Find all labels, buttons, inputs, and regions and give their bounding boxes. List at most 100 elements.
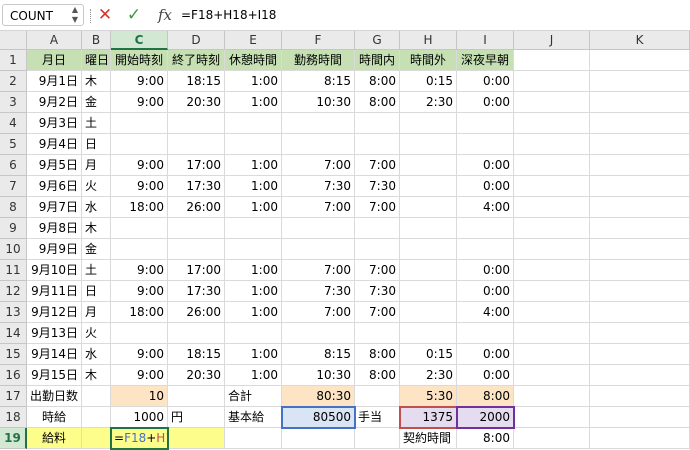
cell-B7[interactable]: 火 — [82, 176, 111, 197]
column-header-F[interactable]: F — [282, 31, 355, 50]
cell-F19[interactable] — [282, 428, 355, 449]
cell-A4[interactable]: 9月3日 — [27, 113, 82, 134]
cell-A17[interactable]: 出勤日数 — [27, 386, 82, 407]
cell-B13[interactable]: 月 — [82, 302, 111, 323]
cell-H1[interactable]: 時間外 — [400, 50, 457, 71]
cell-K4[interactable] — [590, 113, 690, 134]
cell-C14[interactable] — [111, 323, 168, 344]
cell-C4[interactable] — [111, 113, 168, 134]
cell-A19[interactable]: 給料 — [27, 428, 82, 449]
cell-I7[interactable]: 0:00 — [457, 176, 514, 197]
cell-H9[interactable] — [400, 218, 457, 239]
cell-D1[interactable]: 終了時刻 — [168, 50, 225, 71]
column-header-G[interactable]: G — [355, 31, 400, 50]
cell-E16[interactable]: 1:00 — [225, 365, 282, 386]
cell-F6[interactable]: 7:00 — [282, 155, 355, 176]
cell-C16[interactable]: 9:00 — [111, 365, 168, 386]
cell-K17[interactable] — [590, 386, 690, 407]
select-all-corner[interactable] — [0, 31, 27, 50]
cell-K19[interactable] — [590, 428, 690, 449]
cell-D16[interactable]: 20:30 — [168, 365, 225, 386]
cell-J2[interactable] — [514, 71, 590, 92]
cell-D6[interactable]: 17:00 — [168, 155, 225, 176]
cell-J15[interactable] — [514, 344, 590, 365]
cell-G4[interactable] — [355, 113, 400, 134]
cell-D15[interactable]: 18:15 — [168, 344, 225, 365]
cell-E1[interactable]: 休憩時間 — [225, 50, 282, 71]
row-header-6[interactable]: 6 — [0, 155, 27, 176]
row-header-16[interactable]: 16 — [0, 365, 27, 386]
cell-A9[interactable]: 9月8日 — [27, 218, 82, 239]
cell-C13[interactable]: 18:00 — [111, 302, 168, 323]
cell-J10[interactable] — [514, 239, 590, 260]
cell-F17[interactable]: 80:30 — [282, 386, 355, 407]
worksheet-grid[interactable]: 月日 曜日 開始時刻 終了時刻 休憩時間 勤務時間 時間内 時間外 深夜早朝 9月1日木 9:00 1… — [27, 50, 690, 450]
cell-A1[interactable]: 月日 — [27, 50, 82, 71]
cell-J6[interactable] — [514, 155, 590, 176]
cell-K8[interactable] — [590, 197, 690, 218]
enter-check-icon[interactable]: ✓ — [125, 5, 143, 25]
cell-B11[interactable]: 土 — [82, 260, 111, 281]
cell-J12[interactable] — [514, 281, 590, 302]
cell-J7[interactable] — [514, 176, 590, 197]
cell-K5[interactable] — [590, 134, 690, 155]
cell-G18[interactable]: 手当 — [355, 407, 400, 428]
cell-D12[interactable]: 17:30 — [168, 281, 225, 302]
row-header-17[interactable]: 17 — [0, 386, 27, 407]
cell-A11[interactable]: 9月10日 — [27, 260, 82, 281]
cell-A13[interactable]: 9月12日 — [27, 302, 82, 323]
cell-J13[interactable] — [514, 302, 590, 323]
cell-C18[interactable]: 1000 — [111, 407, 168, 428]
cell-E11[interactable]: 1:00 — [225, 260, 282, 281]
cell-E10[interactable] — [225, 239, 282, 260]
cell-K11[interactable] — [590, 260, 690, 281]
row-header-13[interactable]: 13 — [0, 302, 27, 323]
cell-I19[interactable]: 8:00 — [457, 428, 514, 449]
cell-G13[interactable]: 7:00 — [355, 302, 400, 323]
column-header-B[interactable]: B — [82, 31, 111, 50]
cell-G9[interactable] — [355, 218, 400, 239]
cell-C5[interactable] — [111, 134, 168, 155]
cell-H5[interactable] — [400, 134, 457, 155]
cell-J17[interactable] — [514, 386, 590, 407]
cell-C12[interactable]: 9:00 — [111, 281, 168, 302]
cell-D11[interactable]: 17:00 — [168, 260, 225, 281]
cell-H12[interactable] — [400, 281, 457, 302]
cell-E13[interactable]: 1:00 — [225, 302, 282, 323]
cell-D7[interactable]: 17:30 — [168, 176, 225, 197]
cell-G10[interactable] — [355, 239, 400, 260]
cell-F11[interactable]: 7:00 — [282, 260, 355, 281]
row-header-18[interactable]: 18 — [0, 407, 27, 428]
formula-input[interactable]: =F18+H18+I18 — [181, 5, 681, 25]
cell-K3[interactable] — [590, 92, 690, 113]
column-header-H[interactable]: H — [400, 31, 457, 50]
cell-C6[interactable]: 9:00 — [111, 155, 168, 176]
cell-H13[interactable] — [400, 302, 457, 323]
cell-D19[interactable] — [168, 428, 225, 449]
cell-E18[interactable]: 基本給 — [225, 407, 282, 428]
cell-J3[interactable] — [514, 92, 590, 113]
cell-G8[interactable]: 7:00 — [355, 197, 400, 218]
row-header-7[interactable]: 7 — [0, 176, 27, 197]
column-header-I[interactable]: I — [457, 31, 514, 50]
cell-H10[interactable] — [400, 239, 457, 260]
cell-A14[interactable]: 9月13日 — [27, 323, 82, 344]
cell-E19[interactable] — [225, 428, 282, 449]
cell-H14[interactable] — [400, 323, 457, 344]
row-header-1[interactable]: 1 — [0, 50, 27, 71]
cell-F14[interactable] — [282, 323, 355, 344]
cell-I11[interactable]: 0:00 — [457, 260, 514, 281]
cell-D5[interactable] — [168, 134, 225, 155]
row-header-10[interactable]: 10 — [0, 239, 27, 260]
cell-F18[interactable]: 80500 — [282, 407, 355, 428]
cell-J18[interactable] — [514, 407, 590, 428]
row-header-3[interactable]: 3 — [0, 92, 27, 113]
cell-H4[interactable] — [400, 113, 457, 134]
cell-B8[interactable]: 水 — [82, 197, 111, 218]
cell-K6[interactable] — [590, 155, 690, 176]
cell-B16[interactable]: 木 — [82, 365, 111, 386]
cell-B19[interactable] — [82, 428, 111, 449]
cell-J5[interactable] — [514, 134, 590, 155]
row-header-19[interactable]: 19 — [0, 428, 27, 449]
row-header-9[interactable]: 9 — [0, 218, 27, 239]
